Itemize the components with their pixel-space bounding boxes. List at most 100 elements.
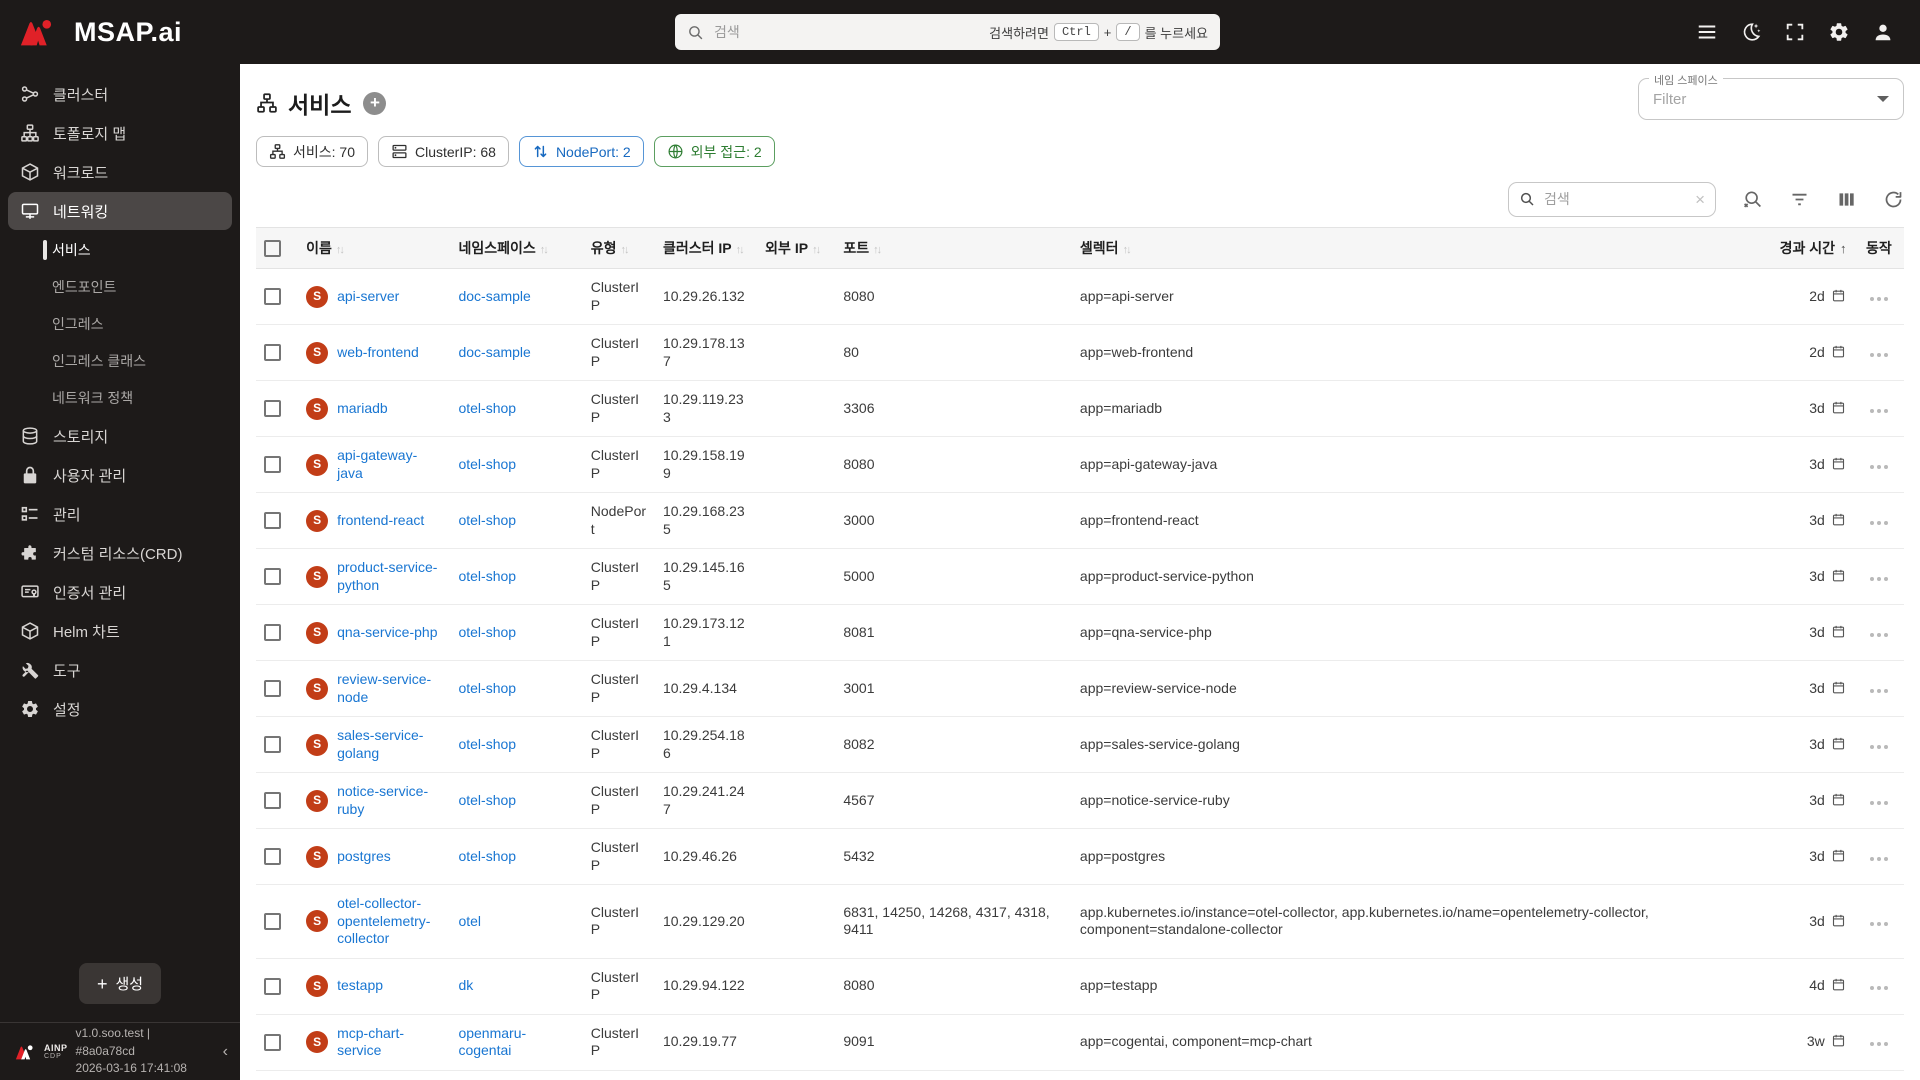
- collapse-sidebar-icon[interactable]: ‹: [221, 1043, 230, 1061]
- namespace-link[interactable]: otel-shop: [458, 400, 516, 416]
- sidebar-subitem-ingress-class[interactable]: 인그레스 클래스: [0, 342, 240, 379]
- namespace-link[interactable]: otel-shop: [458, 848, 516, 864]
- sidebar-item-networking[interactable]: 네트워킹: [8, 192, 232, 230]
- app-logo[interactable]: MSAP.ai: [0, 15, 240, 49]
- sidebar-subitem-endpoints[interactable]: 엔드포인트: [0, 268, 240, 305]
- service-name-link[interactable]: frontend-react: [337, 512, 424, 530]
- row-actions-button[interactable]: [1868, 349, 1890, 361]
- sidebar-item-topology-map[interactable]: 토폴로지 맵: [8, 114, 232, 152]
- row-actions-button[interactable]: [1868, 573, 1890, 585]
- row-actions-button[interactable]: [1868, 853, 1890, 865]
- fullscreen-icon[interactable]: [1784, 21, 1806, 43]
- row-checkbox[interactable]: [264, 848, 281, 866]
- row-actions-button[interactable]: [1868, 918, 1890, 930]
- refresh-icon[interactable]: [1883, 189, 1904, 210]
- table-search-input[interactable]: [1542, 190, 1689, 208]
- row-checkbox[interactable]: [264, 1033, 281, 1051]
- sort-icon[interactable]: ↑↓: [1123, 244, 1132, 256]
- service-name-link[interactable]: mariadb: [337, 400, 388, 418]
- row-actions-button[interactable]: [1868, 982, 1890, 994]
- clear-search-icon[interactable]: ×: [1695, 191, 1705, 208]
- service-name-link[interactable]: testapp: [337, 977, 383, 995]
- namespace-link[interactable]: otel-shop: [458, 792, 516, 808]
- column-header-2[interactable]: 유형 ↑↓: [582, 227, 655, 269]
- sidebar-item-settings[interactable]: 설정: [8, 690, 232, 728]
- row-actions-button[interactable]: [1868, 293, 1890, 305]
- namespace-link[interactable]: openmaru-cogentai: [458, 1025, 526, 1059]
- namespace-link[interactable]: otel-shop: [458, 736, 516, 752]
- column-header-7[interactable]: 경과 시간 ↑: [1771, 227, 1854, 269]
- row-actions-button[interactable]: [1868, 405, 1890, 417]
- row-checkbox[interactable]: [264, 344, 281, 362]
- service-name-link[interactable]: notice-service-ruby: [337, 783, 442, 818]
- service-name-link[interactable]: api-server: [337, 288, 399, 306]
- sidebar-item-certificate-management[interactable]: 인증서 관리: [8, 573, 232, 611]
- sidebar-subitem-ingress[interactable]: 인그레스: [0, 305, 240, 342]
- service-name-link[interactable]: otel-collector-opentelemetry-collector: [337, 895, 442, 948]
- column-header-6[interactable]: 셀렉터 ↑↓: [1071, 227, 1772, 269]
- sidebar-item-cluster[interactable]: 클러스터: [8, 75, 232, 113]
- sidebar-item-workload[interactable]: 워크로드: [8, 153, 232, 191]
- global-search[interactable]: 검색하려면 Ctrl + / 를 누르세요: [675, 14, 1220, 50]
- column-header-3[interactable]: 클러스터 IP ↑↓: [654, 227, 758, 269]
- row-checkbox[interactable]: [264, 288, 281, 306]
- row-actions-button[interactable]: [1868, 517, 1890, 529]
- sort-asc-icon[interactable]: ↑: [1840, 241, 1847, 256]
- service-name-link[interactable]: api-gateway-java: [337, 447, 442, 482]
- service-name-link[interactable]: postgres: [337, 848, 391, 866]
- column-header-5[interactable]: 포트 ↑↓: [835, 227, 1072, 269]
- sort-icon[interactable]: ↑↓: [621, 244, 630, 256]
- sidebar-subitem-services[interactable]: 서비스: [0, 231, 240, 268]
- row-checkbox[interactable]: [264, 792, 281, 810]
- row-checkbox[interactable]: [264, 624, 281, 642]
- column-header-0[interactable]: 이름 ↑↓: [298, 227, 451, 269]
- table-search[interactable]: ×: [1508, 181, 1716, 217]
- account-icon[interactable]: [1872, 21, 1894, 43]
- row-actions-button[interactable]: [1868, 461, 1890, 473]
- service-name-link[interactable]: product-service-python: [337, 559, 442, 594]
- row-checkbox[interactable]: [264, 456, 281, 474]
- namespace-filter-select[interactable]: 네임 스페이스 Filter: [1638, 72, 1904, 120]
- service-name-link[interactable]: sales-service-golang: [337, 727, 442, 762]
- row-actions-button[interactable]: [1868, 629, 1890, 641]
- namespace-link[interactable]: otel-shop: [458, 624, 516, 640]
- column-header-1[interactable]: 네임스페이스 ↑↓: [450, 227, 583, 269]
- row-checkbox[interactable]: [264, 736, 281, 754]
- global-search-input[interactable]: [712, 23, 982, 41]
- column-header-4[interactable]: 외부 IP ↑↓: [757, 227, 836, 269]
- sort-icon[interactable]: ↑↓: [812, 244, 821, 256]
- sidebar-item-user-management[interactable]: 사용자 관리: [8, 456, 232, 494]
- namespace-link[interactable]: doc-sample: [458, 344, 530, 360]
- namespace-link[interactable]: doc-sample: [458, 288, 530, 304]
- sort-icon[interactable]: ↑↓: [873, 244, 882, 256]
- dark-mode-icon[interactable]: [1740, 21, 1762, 43]
- menu-icon[interactable]: [1696, 21, 1718, 43]
- service-name-link[interactable]: review-service-node: [337, 671, 442, 706]
- sidebar-item-tools[interactable]: 도구: [8, 651, 232, 689]
- row-actions-button[interactable]: [1868, 1038, 1890, 1050]
- row-checkbox[interactable]: [264, 680, 281, 698]
- sidebar-item-management[interactable]: 관리: [8, 495, 232, 533]
- select-all-checkbox[interactable]: [264, 239, 281, 257]
- row-checkbox[interactable]: [264, 977, 281, 995]
- sidebar-item-custom-resource-crd[interactable]: 커스텀 리소스(CRD): [8, 534, 232, 572]
- service-name-link[interactable]: web-frontend: [337, 344, 419, 362]
- row-actions-button[interactable]: [1868, 741, 1890, 753]
- row-actions-button[interactable]: [1868, 797, 1890, 809]
- sidebar-item-helm-chart[interactable]: Helm 차트: [8, 612, 232, 650]
- namespace-link[interactable]: otel-shop: [458, 680, 516, 696]
- row-checkbox[interactable]: [264, 568, 281, 586]
- settings-icon[interactable]: [1828, 21, 1850, 43]
- namespace-link[interactable]: otel-shop: [458, 456, 516, 472]
- row-checkbox[interactable]: [264, 913, 281, 931]
- add-service-button[interactable]: +: [363, 91, 387, 115]
- row-checkbox[interactable]: [264, 512, 281, 530]
- namespace-link[interactable]: otel-shop: [458, 512, 516, 528]
- create-button[interactable]: + 생성: [78, 963, 162, 1004]
- sort-icon[interactable]: ↑↓: [336, 244, 345, 256]
- service-name-link[interactable]: mcp-chart-service: [337, 1025, 442, 1060]
- sidebar-subitem-network-policy[interactable]: 네트워크 정책: [0, 379, 240, 416]
- filter-icon[interactable]: [1789, 189, 1810, 210]
- advanced-search-icon[interactable]: [1742, 189, 1763, 210]
- row-checkbox[interactable]: [264, 400, 281, 418]
